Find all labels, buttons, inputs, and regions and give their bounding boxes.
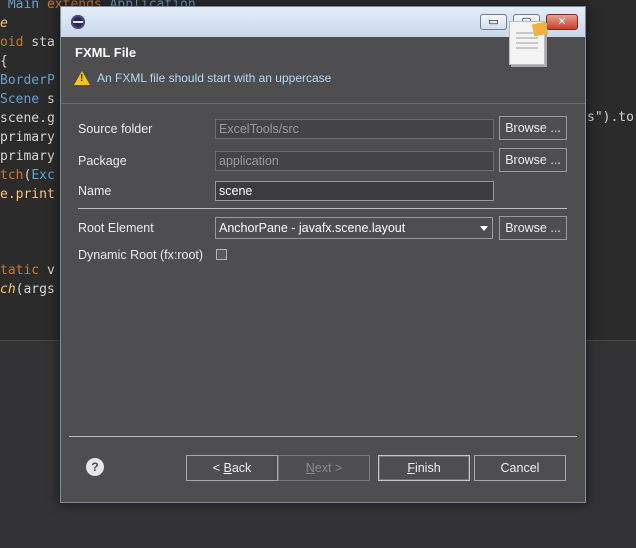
package-browse-button[interactable]: Browse ... (499, 148, 567, 172)
code-token: Main (7, 0, 40, 12)
back-label-rest: ack (231, 461, 252, 475)
root-element-label: Root Element (78, 221, 154, 235)
code-line: scene.g (0, 110, 55, 128)
code-line: tatic v (0, 262, 55, 280)
back-label-prefix: < (212, 461, 224, 475)
next-label-rest: ext > (314, 461, 343, 475)
package-label: Package (78, 154, 127, 168)
code-token: { (0, 54, 8, 69)
finish-label-accel: F (407, 461, 415, 475)
back-label-accel: B (223, 461, 232, 475)
dynamic-root-label: Dynamic Root (fx:root) (78, 248, 204, 262)
code-token: tch (0, 168, 24, 183)
eclipse-icon (71, 15, 85, 29)
code-line: { (0, 53, 8, 71)
package-field[interactable]: application (215, 151, 494, 171)
next-button[interactable]: Next > (278, 455, 370, 481)
button-bar-divider (69, 436, 577, 437)
code-token: sta (23, 35, 55, 50)
code-right-fragment: s").to (587, 110, 634, 125)
code-token: Exc (31, 168, 55, 183)
code-token: BorderP (0, 73, 55, 88)
banner-divider (61, 103, 585, 104)
help-icon[interactable]: ? (86, 458, 104, 476)
code-line: Scene s (0, 91, 55, 109)
finish-label-rest: inish (414, 461, 441, 475)
code-token: v (39, 263, 55, 278)
code-token: s (39, 92, 55, 107)
validation-message: An FXML file should start with an upperc… (97, 71, 332, 85)
chevron-down-icon[interactable] (480, 226, 488, 231)
dynamic-root-checkbox[interactable] (216, 249, 227, 260)
minimize-button[interactable]: ▭ (480, 14, 507, 30)
root-element-browse-button[interactable]: Browse ... (499, 216, 567, 240)
code-line: e.print (0, 186, 55, 204)
code-token: tatic (0, 263, 40, 278)
code-line: e (0, 15, 8, 33)
code-token: primary (0, 130, 55, 145)
root-element-select[interactable]: AnchorPane - javafx.scene.layout (215, 217, 493, 239)
wizard-title: FXML File (75, 45, 137, 60)
source-folder-browse-button[interactable]: Browse ... (499, 116, 567, 140)
source-folder-field[interactable]: ExcelTools/src (215, 119, 494, 139)
name-label: Name (78, 184, 112, 198)
warning-icon: ! (74, 71, 90, 85)
cancel-button[interactable]: Cancel (474, 455, 566, 481)
code-token: Scene (0, 92, 40, 107)
code-line: BorderP (0, 72, 55, 90)
code-token: (args (15, 282, 55, 297)
code-token: e.print (0, 187, 55, 202)
close-button[interactable]: ✕ (546, 14, 578, 30)
code-line: oid sta (0, 34, 55, 52)
code-token: primary (0, 149, 55, 164)
wizard-banner: FXML File ! An FXML file should start wi… (61, 37, 585, 103)
code-line: primary (0, 148, 55, 166)
code-token: e (0, 16, 8, 31)
finish-button[interactable]: Finish (378, 455, 470, 481)
back-button[interactable]: < Back (186, 455, 278, 481)
new-fxml-dialog: ▭ ▢ ✕ FXML File ! An FXML file should st… (60, 6, 586, 503)
code-line: ch(args (0, 281, 55, 299)
next-label-accel: N (305, 461, 315, 475)
source-folder-label: Source folder (78, 122, 153, 136)
name-field[interactable]: scene (215, 181, 494, 201)
title-bar[interactable]: ▭ ▢ ✕ (61, 7, 585, 37)
root-element-value: AnchorPane - javafx.scene.layout (219, 221, 406, 235)
form-divider (78, 208, 567, 209)
code-token: oid (0, 35, 24, 50)
warning-glyph: ! (80, 73, 84, 84)
code-token: ch (0, 282, 16, 297)
code-line: tch(Exc (0, 167, 55, 185)
code-token: scene.g (0, 111, 55, 126)
code-line: primary (0, 129, 55, 147)
